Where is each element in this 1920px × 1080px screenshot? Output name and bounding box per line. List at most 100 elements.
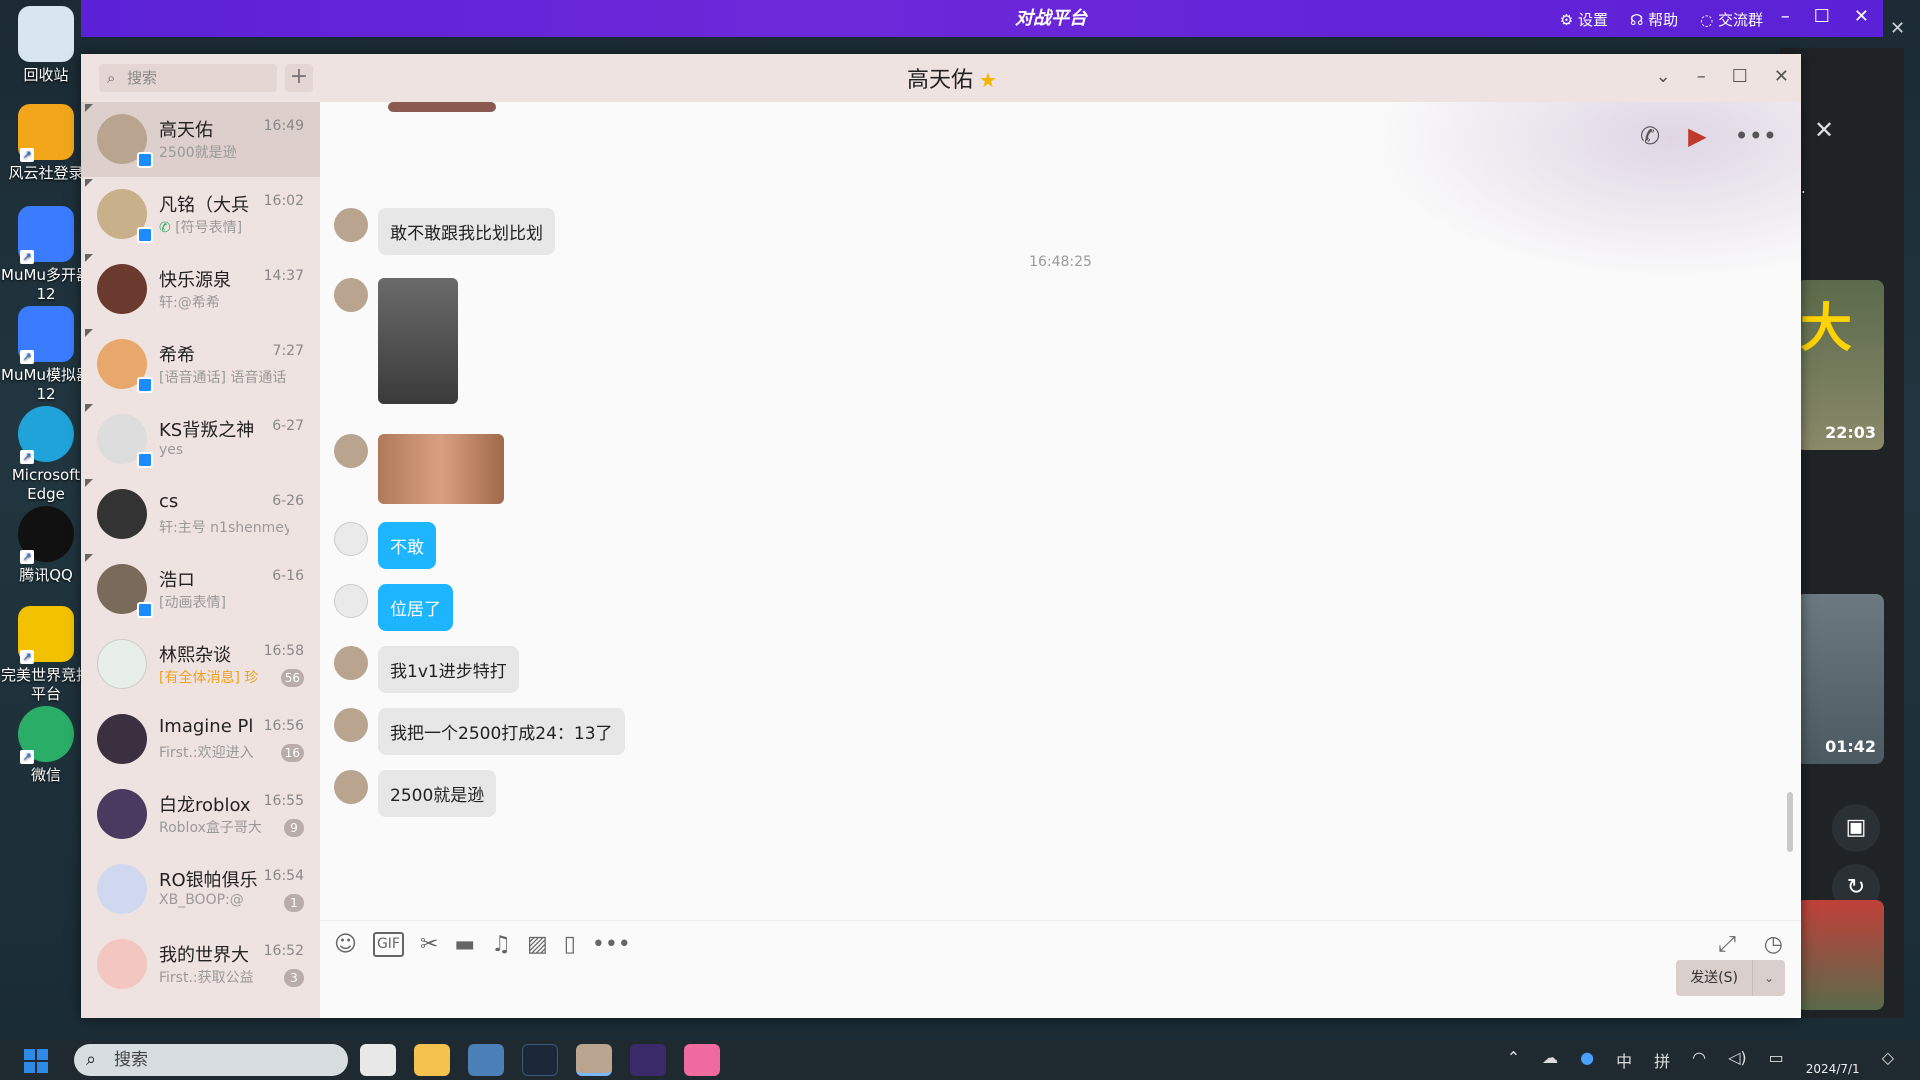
more-icon[interactable]: ••• bbox=[592, 932, 631, 957]
video-thumb[interactable] bbox=[1796, 900, 1884, 1010]
desktop-icon-recycle-bin[interactable]: 回收站 bbox=[0, 6, 92, 85]
close-icon[interactable]: ✕ bbox=[1774, 66, 1789, 87]
unread-badge: 1 bbox=[284, 894, 304, 912]
launcher-community[interactable]: ◌ 交流群 bbox=[1700, 9, 1763, 30]
emoji-icon[interactable]: ☺ bbox=[334, 932, 357, 957]
gif-icon[interactable]: GIF bbox=[372, 932, 404, 957]
video-thumb[interactable]: 01:42 bbox=[1796, 594, 1884, 764]
desktop-icon-qq[interactable]: ↗ 腾讯QQ bbox=[0, 506, 92, 585]
search-icon: ⌕ bbox=[107, 69, 116, 87]
launcher-help[interactable]: ☊ 帮助 bbox=[1630, 9, 1678, 30]
settings-icon[interactable] bbox=[468, 1044, 504, 1076]
minimize-icon[interactable]: – bbox=[1781, 6, 1790, 27]
battery-icon[interactable]: ▭ bbox=[1769, 1048, 1784, 1076]
search-input[interactable]: ⌕ 搜索 bbox=[99, 64, 277, 92]
message-bubble[interactable]: 我把一个2500打成24：13了 bbox=[378, 708, 625, 755]
scrollbar[interactable] bbox=[1787, 792, 1793, 852]
add-button[interactable]: + bbox=[285, 64, 313, 92]
minimize-icon[interactable]: – bbox=[1697, 66, 1706, 87]
history-icon[interactable]: ◷ bbox=[1764, 932, 1783, 957]
contact-item[interactable]: 我的世界大 16:52 First.:获取公益 3 bbox=[81, 927, 320, 1002]
mic-icon[interactable]: ● bbox=[1580, 1048, 1594, 1076]
desktop-icon-fengyun[interactable]: ↗ 风云社登录 bbox=[0, 104, 92, 183]
message-bubble[interactable]: 2500就是逊 bbox=[378, 770, 497, 817]
file-explorer-icon[interactable] bbox=[414, 1044, 450, 1076]
message-image[interactable] bbox=[378, 278, 458, 404]
contact-item[interactable]: 林熙杂谈 16:58 [有全体消息] 珍 56 bbox=[81, 627, 320, 702]
pin-marker bbox=[85, 254, 93, 262]
video-call-icon[interactable]: ▶ bbox=[1688, 122, 1706, 150]
contact-item[interactable]: cs 6-26 轩:主号 n1shenmeyi bbox=[81, 477, 320, 552]
chevron-down-icon[interactable]: ⌄ bbox=[1752, 960, 1785, 996]
message-bubble[interactable]: 敢不敢跟我比划比划 bbox=[378, 208, 555, 255]
contact-item[interactable]: KS背叛之神 6-27 yes bbox=[81, 402, 320, 477]
ime-pinyin[interactable]: 拼 bbox=[1654, 1048, 1670, 1076]
desktop-icon-edge[interactable]: ↗ Microsoft Edge bbox=[0, 406, 92, 504]
5e-icon[interactable] bbox=[630, 1044, 666, 1076]
close-icon[interactable]: ✕ bbox=[1890, 18, 1905, 39]
message-row: 不敢 bbox=[334, 522, 436, 569]
fengyun-icon: ↗ bbox=[18, 104, 74, 162]
contact-item[interactable]: 浩ロ 6-16 [动画表情] bbox=[81, 552, 320, 627]
plus-icon: + bbox=[289, 64, 309, 89]
close-icon[interactable]: ✕ bbox=[1854, 6, 1869, 27]
contact-item[interactable]: 凡铭（大兵 16:02 ✆ [符号表情] bbox=[81, 177, 320, 252]
chevron-up-icon[interactable]: ⌃ bbox=[1507, 1048, 1520, 1076]
search-icon: ⌕ bbox=[86, 1049, 97, 1070]
launcher-settings[interactable]: ⚙ 设置 bbox=[1560, 9, 1608, 30]
message-bubble[interactable]: 我1v1进步特打 bbox=[378, 646, 519, 693]
wifi-icon[interactable]: ◠ bbox=[1692, 1048, 1706, 1076]
desktop-icon-wechat[interactable]: ↗ 微信 bbox=[0, 706, 92, 785]
qq-taskbar-icon[interactable] bbox=[576, 1044, 612, 1076]
message-timestamp: 16:48:25 bbox=[1029, 254, 1092, 270]
unread-badge: 3 bbox=[284, 969, 304, 987]
windows-start-icon[interactable] bbox=[24, 1049, 48, 1073]
contact-item[interactable]: Imagine Pl 16:56 First.:欢迎进入 16 bbox=[81, 702, 320, 777]
unread-badge: 16 bbox=[280, 744, 304, 762]
music-icon[interactable]: ♫ bbox=[491, 932, 511, 957]
message-bubble[interactable]: 位居了 bbox=[378, 584, 453, 631]
taskbar-search[interactable]: ⌕ 搜索 bbox=[74, 1044, 348, 1076]
notification-icon[interactable]: ◇ bbox=[1882, 1048, 1894, 1076]
send-button[interactable]: 发送(S) bbox=[1676, 960, 1752, 996]
phone-icon[interactable]: ✆ bbox=[1640, 122, 1660, 150]
image-icon[interactable]: ▨ bbox=[527, 932, 548, 957]
ime-chinese[interactable]: 中 bbox=[1616, 1048, 1632, 1076]
maximize-icon[interactable]: ☐ bbox=[1814, 6, 1830, 27]
message-row: 我1v1进步特打 bbox=[334, 646, 519, 693]
clock[interactable]: 2024/7/1 bbox=[1806, 1048, 1860, 1076]
desktop-icon-mumu[interactable]: ↗ MuMu模拟器12 bbox=[0, 306, 92, 404]
taskbar-apps bbox=[360, 1044, 720, 1076]
expand-icon[interactable]: ⤢ bbox=[1718, 932, 1736, 957]
maximize-icon[interactable]: ☐ bbox=[1732, 66, 1748, 87]
task-view-icon[interactable] bbox=[360, 1044, 396, 1076]
screen-record-icon[interactable]: ▯ bbox=[564, 932, 576, 957]
message-bubble[interactable]: 不敢 bbox=[378, 522, 436, 569]
avatar bbox=[334, 646, 368, 680]
close-icon[interactable]: ✕ bbox=[1814, 116, 1834, 144]
contact-item[interactable]: 白龙roblox 16:55 Roblox盒子哥大 9 bbox=[81, 777, 320, 852]
desktop-icon-wanmei[interactable]: ↗ 完美世界竞技平台 bbox=[0, 606, 92, 704]
more-icon[interactable]: ••• bbox=[1735, 122, 1777, 150]
video-thumb[interactable]: 大 22:03 bbox=[1796, 280, 1884, 450]
chevron-down-icon[interactable]: ⌄ bbox=[1656, 66, 1671, 87]
contact-item[interactable]: 快乐源泉 14:37 轩:@希希 bbox=[81, 252, 320, 327]
steam-icon[interactable] bbox=[522, 1044, 558, 1076]
message-image[interactable] bbox=[388, 102, 496, 112]
qq-penguin-icon: ↗ bbox=[18, 506, 74, 564]
contact-item[interactable]: 高天佑 16:49 2500就是逊 bbox=[81, 102, 320, 177]
tv-icon[interactable]: ▣ bbox=[1832, 804, 1880, 852]
send-control: 发送(S) ⌄ bbox=[1676, 960, 1785, 996]
avatar bbox=[334, 708, 368, 742]
cloud-icon[interactable]: ☁ bbox=[1542, 1048, 1558, 1076]
message-image[interactable] bbox=[378, 434, 504, 504]
mumu-icon: ↗ bbox=[18, 306, 74, 364]
volume-icon[interactable]: ◁) bbox=[1728, 1048, 1747, 1076]
contact-item[interactable]: 希希 7:27 [语音通话] 语音通话 bbox=[81, 327, 320, 402]
folder-icon[interactable]: ▬ bbox=[454, 932, 475, 957]
desktop-icon-mumu-multi[interactable]: ↗ MuMu多开器12 bbox=[0, 206, 92, 304]
avatar bbox=[97, 789, 147, 839]
contact-item[interactable]: RO银帕俱乐 16:54 XB_BOOP:@ 1 bbox=[81, 852, 320, 927]
bilibili-icon[interactable] bbox=[684, 1044, 720, 1076]
scissors-icon[interactable]: ✂ bbox=[420, 932, 438, 957]
